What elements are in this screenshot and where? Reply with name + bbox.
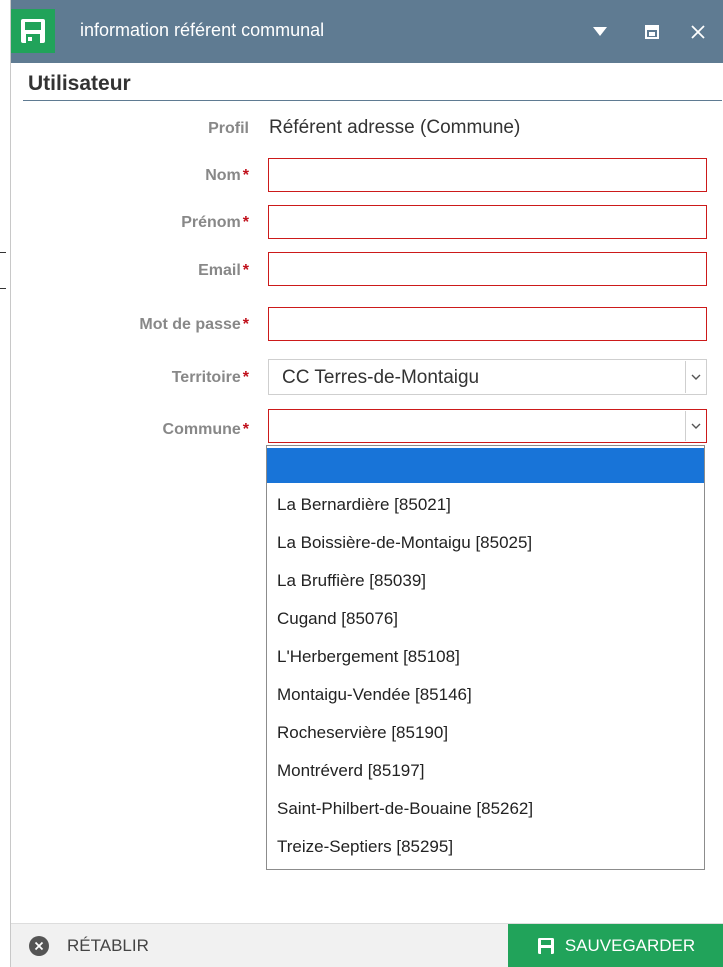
section-title: Utilisateur	[28, 72, 131, 95]
required-mark: *	[242, 262, 249, 279]
prenom-input[interactable]	[268, 205, 707, 239]
save-icon	[11, 9, 55, 53]
commune-option[interactable]: Rocheservière [85190]	[267, 715, 704, 750]
territoire-select[interactable]: CC Terres-de-Montaigu	[268, 359, 707, 395]
commune-option[interactable]: Montréverd [85197]	[267, 753, 704, 788]
close-circle-icon	[29, 936, 49, 956]
commune-option[interactable]: Montaigu-Vendée [85146]	[267, 677, 704, 712]
required-mark: *	[242, 167, 249, 184]
commune-dropdown-list: La Bernardière [85021] La Boissière-de-M…	[266, 445, 705, 870]
maximize-icon[interactable]	[637, 17, 667, 47]
edge-tick-bottom	[0, 288, 6, 289]
nom-input[interactable]	[268, 158, 707, 192]
commune-label: Commune *	[162, 421, 249, 438]
title-bar: information référent communal	[11, 0, 723, 63]
chevron-down-icon[interactable]	[685, 361, 705, 393]
caret-down-icon[interactable]	[585, 17, 615, 47]
commune-option[interactable]: La Bruffière [85039]	[267, 563, 704, 598]
prenom-label: Prénom *	[181, 214, 249, 231]
required-mark: *	[242, 214, 249, 231]
commune-option[interactable]: L'Herbergement [85108]	[267, 639, 704, 674]
commune-option[interactable]: Saint-Philbert-de-Bouaine [85262]	[267, 791, 704, 826]
email-input[interactable]	[268, 252, 707, 286]
reset-button[interactable]: RÉTABLIR	[29, 924, 149, 967]
edge-tick-top	[0, 252, 6, 253]
commune-option-empty[interactable]	[267, 448, 704, 483]
save-button[interactable]: SAUVEGARDER	[508, 924, 723, 967]
required-mark: *	[242, 316, 249, 333]
commune-option[interactable]: Cugand [85076]	[267, 601, 704, 636]
territoire-label: Territoire *	[171, 369, 249, 386]
profil-label: Profil	[208, 120, 249, 137]
email-label: Email *	[198, 262, 249, 279]
section-divider	[23, 100, 722, 101]
password-input[interactable]	[268, 307, 707, 341]
reset-label: RÉTABLIR	[67, 936, 149, 955]
save-icon	[537, 938, 554, 954]
close-icon[interactable]	[683, 17, 713, 47]
chevron-down-icon[interactable]	[685, 411, 705, 441]
commune-option[interactable]: Treize-Septiers [85295]	[267, 829, 704, 864]
window-title: information référent communal	[80, 20, 325, 40]
profil-value: Référent adresse (Commune)	[269, 117, 521, 138]
required-mark: *	[242, 369, 249, 386]
save-label: SAUVEGARDER	[564, 936, 696, 955]
commune-option[interactable]: La Bernardière [85021]	[267, 487, 704, 522]
commune-select[interactable]	[268, 409, 707, 443]
nom-label: Nom *	[205, 167, 249, 184]
required-mark: *	[242, 421, 249, 438]
dialog-footer: RÉTABLIR SAUVEGARDER	[11, 923, 723, 967]
password-label: Mot de passe *	[139, 316, 249, 333]
territoire-selected: CC Terres-de-Montaigu	[282, 367, 480, 388]
commune-option[interactable]: La Boissière-de-Montaigu [85025]	[267, 525, 704, 560]
dialog-window: information référent communal Utilisateu…	[10, 0, 723, 967]
